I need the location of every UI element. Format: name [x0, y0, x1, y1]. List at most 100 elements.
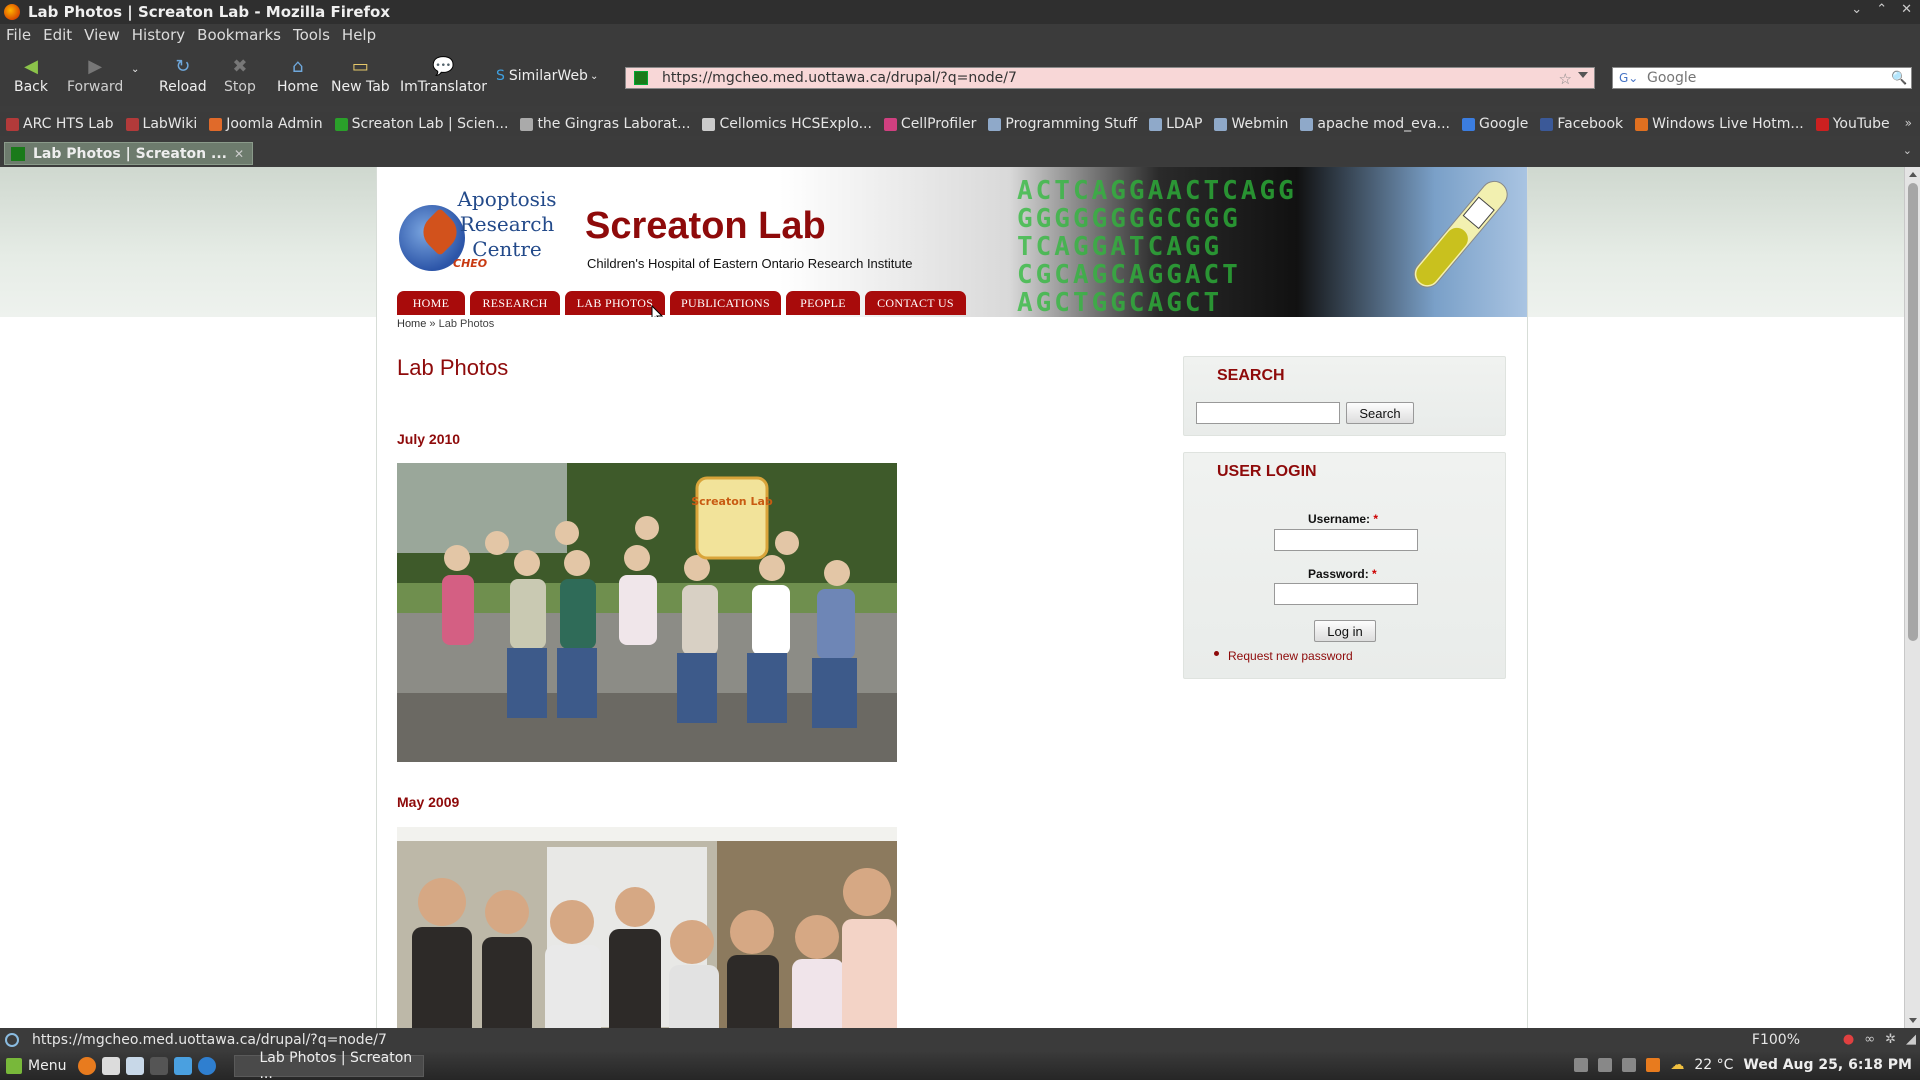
minimize-icon[interactable]: ⌄ — [1851, 2, 1862, 17]
imtranslator-button[interactable]: 💬 ImTranslator — [400, 56, 487, 96]
nav-home[interactable]: HOME — [397, 291, 465, 315]
menu-history[interactable]: History — [132, 26, 185, 44]
status-url: https://mgcheo.med.uottawa.ca/drupal/?q=… — [32, 1032, 387, 1048]
clock[interactable]: Wed Aug 25, 6:18 PM — [1743, 1057, 1912, 1073]
status-bar: https://mgcheo.med.uottawa.ca/drupal/?q=… — [0, 1028, 1920, 1052]
bookmark-item[interactable]: apache mod_eva... — [1300, 116, 1450, 132]
nav-publications[interactable]: PUBLICATIONS — [670, 291, 781, 315]
search-icon[interactable]: 🔍 — [1891, 71, 1911, 86]
scroll-up-icon[interactable] — [1909, 172, 1917, 177]
arc-logo: Apoptosis Research Centre CHEO — [397, 187, 569, 271]
url-text[interactable]: https://mgcheo.med.uottawa.ca/drupal/?q=… — [662, 70, 1017, 86]
bookmark-item[interactable]: Webmin — [1214, 116, 1288, 132]
start-menu-button[interactable]: Menu — [6, 1058, 66, 1074]
close-tab-icon[interactable]: ✕ — [234, 147, 244, 161]
forward-button[interactable]: ▶ Forward — [67, 56, 123, 96]
text-editor-launcher-icon[interactable] — [102, 1057, 121, 1075]
nav-research[interactable]: RESEARCH — [470, 291, 560, 315]
taskbar-window-firefox[interactable]: Lab Photos | Screaton ... — [234, 1050, 425, 1080]
tab-list-icon[interactable]: ⌄ — [1903, 144, 1912, 157]
search-input[interactable] — [1196, 402, 1340, 424]
bookmark-item[interactable]: LDAP — [1149, 116, 1202, 132]
nav-contact-us[interactable]: CONTACT US — [865, 291, 966, 315]
username-field[interactable] — [1274, 529, 1418, 551]
password-field[interactable] — [1274, 583, 1418, 605]
bookmark-item[interactable]: Facebook — [1540, 116, 1623, 132]
site-name[interactable]: Screaton Lab — [585, 205, 826, 248]
menu-help[interactable]: Help — [342, 26, 376, 44]
bookmarks-overflow-icon[interactable]: » — [1905, 116, 1912, 130]
home-button[interactable]: ⌂ Home — [277, 56, 318, 96]
web-search-input[interactable] — [1647, 70, 1891, 86]
url-bar[interactable]: https://mgcheo.med.uottawa.ca/drupal/?q=… — [625, 67, 1595, 89]
back-button[interactable]: ◀ Back — [14, 56, 48, 96]
firefox-tray-icon[interactable] — [1646, 1058, 1661, 1072]
plugin-icon[interactable]: ✲ — [1885, 1032, 1896, 1047]
web-search-bar[interactable]: G⌄ 🔍 — [1612, 67, 1912, 89]
bookmark-item[interactable]: YouTube — [1815, 116, 1890, 132]
menu-file[interactable]: File — [6, 26, 31, 44]
maximize-icon[interactable]: ⌃ — [1876, 2, 1887, 17]
reload-button[interactable]: ↻ Reload — [159, 56, 207, 96]
breadcrumb-home-link[interactable]: Home — [397, 318, 426, 330]
firefox-launcher-icon[interactable] — [78, 1057, 97, 1075]
bookmark-item[interactable]: Cellomics HCSExplo... — [702, 116, 872, 132]
scroll-down-icon[interactable] — [1909, 1018, 1917, 1023]
menu-edit[interactable]: Edit — [43, 26, 72, 44]
stop-button[interactable]: ✖ Stop — [224, 56, 256, 96]
bookmark-item[interactable]: ARC HTS Lab — [6, 116, 114, 132]
menu-view[interactable]: View — [84, 26, 120, 44]
bookmark-item[interactable]: Screaton Lab | Scien... — [334, 116, 508, 132]
bookmark-item[interactable]: Joomla Admin — [209, 116, 323, 132]
tab-strip: Lab Photos | Screaton ... ✕ ⌄ — [0, 140, 1920, 166]
group-photo-outdoor: Screaton Lab — [397, 463, 897, 762]
history-dropdown[interactable]: ⌄ — [131, 64, 139, 75]
weather-temp[interactable]: 22 °C — [1694, 1057, 1733, 1073]
bookmarks-toolbar: ARC HTS Lab LabWiki Joomla Admin Screaton L… — [0, 112, 1920, 136]
terminal-launcher-icon[interactable] — [150, 1057, 169, 1075]
new-tab-icon: ▭ — [351, 55, 369, 77]
bookmark-item[interactable]: Programming Stuff — [988, 116, 1137, 132]
window-title: Lab Photos | Screaton Lab - Mozilla Fire… — [28, 3, 390, 21]
similarweb-icon: S — [496, 68, 505, 84]
facebook-icon — [1540, 117, 1554, 131]
google-engine-icon[interactable]: G⌄ — [1619, 71, 1647, 85]
password-label: Password: * — [1308, 567, 1377, 581]
url-dropdown-icon[interactable] — [1578, 72, 1588, 78]
notes-launcher-icon[interactable] — [126, 1057, 145, 1075]
adblock-icon[interactable]: ● — [1843, 1032, 1854, 1047]
request-new-password-link[interactable]: Request new password — [1228, 649, 1353, 663]
login-block-title: USER LOGIN — [1217, 463, 1317, 480]
bookmark-item[interactable]: CellProfiler — [883, 116, 976, 132]
bookmark-item[interactable]: Google — [1462, 116, 1528, 132]
menu-tools[interactable]: Tools — [293, 26, 330, 44]
login-button[interactable]: Log in — [1314, 620, 1376, 642]
site-slogan: Children's Hospital of Eastern Ontario R… — [587, 256, 913, 271]
bookmark-item[interactable]: the Gingras Laborat... — [520, 116, 690, 132]
similarweb-button[interactable]: S SimilarWeb ⌄ — [496, 68, 598, 84]
network-icon[interactable] — [1598, 1058, 1613, 1072]
nav-lab-photos[interactable]: LAB PHOTOS — [565, 291, 665, 315]
lightning-launcher-icon[interactable] — [174, 1057, 193, 1075]
tab-lab-photos[interactable]: Lab Photos | Screaton ... ✕ — [4, 142, 253, 165]
menu-bookmarks[interactable]: Bookmarks — [197, 26, 281, 44]
player-launcher-icon[interactable] — [198, 1057, 217, 1075]
close-icon[interactable]: ✕ — [1901, 2, 1912, 17]
vertical-scrollbar[interactable] — [1904, 167, 1920, 1028]
volume-icon[interactable] — [1622, 1058, 1637, 1072]
new-tab-button[interactable]: ▭ New Tab — [331, 55, 390, 96]
lab-photo-may-2009[interactable] — [397, 827, 897, 1028]
scrollbar-thumb[interactable] — [1908, 183, 1918, 641]
nav-people[interactable]: PEOPLE — [786, 291, 860, 315]
lab-photo-july-2010[interactable]: Screaton Lab — [397, 463, 897, 762]
addon-icon[interactable]: ∞ — [1864, 1032, 1875, 1047]
zoom-level[interactable]: F100% — [1752, 1032, 1800, 1048]
mouse-cursor-icon — [651, 305, 663, 317]
search-button[interactable]: Search — [1346, 402, 1414, 424]
bookmark-item[interactable]: Windows Live Hotm... — [1635, 116, 1804, 132]
bookmark-item[interactable]: LabWiki — [125, 116, 197, 132]
weather-icon[interactable]: ☁ — [1670, 1057, 1684, 1073]
firefox-icon — [4, 4, 20, 20]
bookmark-star-icon[interactable]: ☆ — [1559, 70, 1572, 88]
lock-icon[interactable] — [1574, 1058, 1589, 1072]
